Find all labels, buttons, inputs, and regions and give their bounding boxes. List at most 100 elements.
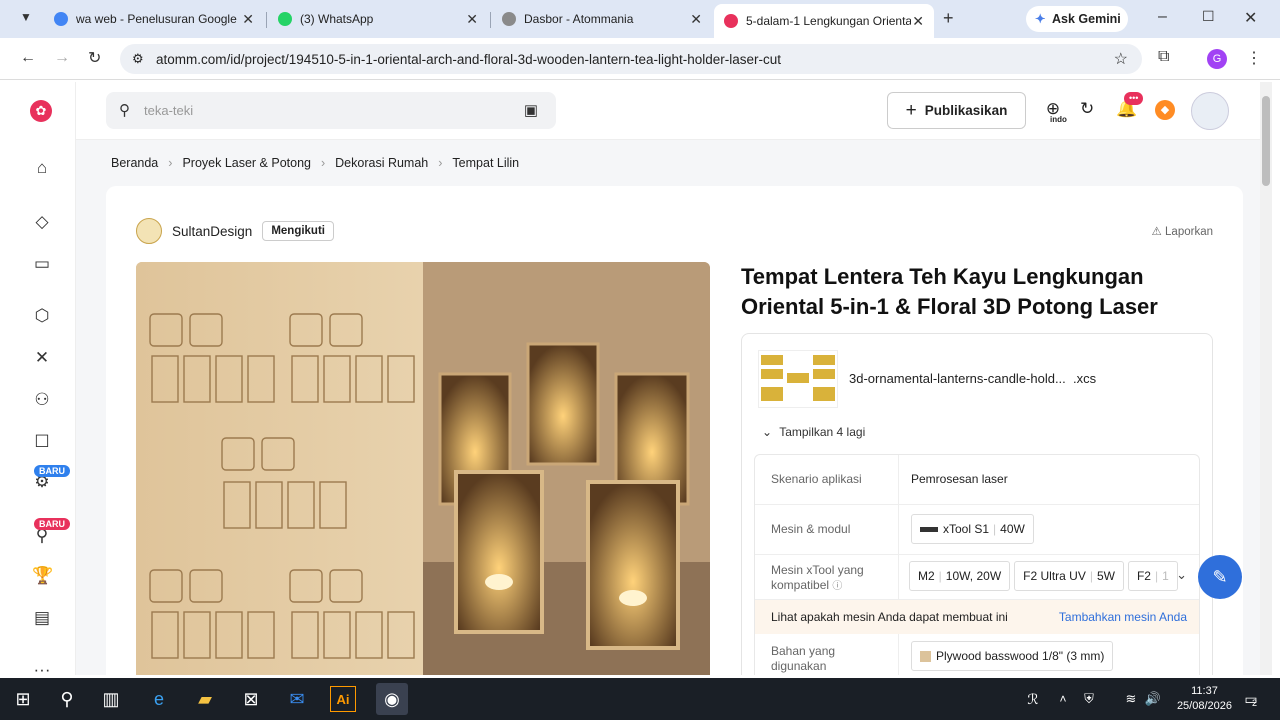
task-view-icon[interactable]: ▥ xyxy=(98,686,124,712)
tab-search-chevron-icon[interactable]: ▼ xyxy=(20,10,32,24)
breadcrumb-item[interactable]: Proyek Laser & Potong xyxy=(182,156,311,170)
explore-icon[interactable]: ◇ xyxy=(32,212,52,232)
system-clock[interactable]: 11:37 25/08/2026 xyxy=(1177,684,1232,714)
info-icon[interactable]: ⓘ xyxy=(832,581,842,592)
project-image[interactable] xyxy=(136,262,710,675)
browser-tab-active[interactable]: 5-dalam-1 Lengkungan Orienta ✕ xyxy=(714,4,934,38)
trophy-icon[interactable]: 🏆 xyxy=(32,566,53,586)
close-window-icon[interactable]: ✕ xyxy=(1244,8,1257,28)
file-thumbnail[interactable] xyxy=(758,350,838,408)
feedback-button[interactable]: ✎ xyxy=(1198,555,1242,599)
browser-tab-whatsapp[interactable]: (3) WhatsApp ✕ xyxy=(268,4,488,34)
shop-icon[interactable]: ▭ xyxy=(32,254,52,274)
page-scrollbar[interactable] xyxy=(1260,82,1272,675)
tray-chevron-icon[interactable]: ˄ xyxy=(1050,686,1076,712)
plus-icon: + xyxy=(905,99,917,121)
chrome-menu-icon[interactable]: ⋮ xyxy=(1246,48,1262,68)
author-name[interactable]: SultanDesign xyxy=(172,224,252,239)
mail-icon[interactable]: ✉ xyxy=(284,686,310,712)
search-icon[interactable]: ⚲ xyxy=(54,686,80,712)
security-icon[interactable]: ⛨ xyxy=(1076,686,1102,712)
bookmark-star-icon[interactable]: ☆ xyxy=(1114,49,1128,69)
file-thumbnail-artwork xyxy=(761,355,835,401)
google-icon xyxy=(54,12,68,26)
file-panel: 3d-ornamental-lanterns-candle-hold... .x… xyxy=(741,333,1213,675)
maximize-icon[interactable]: ☐ xyxy=(1202,8,1215,25)
file-name[interactable]: 3d-ornamental-lanterns-candle-hold... .x… xyxy=(849,371,1096,386)
new-badge: BARU xyxy=(34,518,70,530)
materials-icon[interactable]: ⬡ xyxy=(32,306,52,326)
breadcrumb-item[interactable]: Dekorasi Rumah xyxy=(335,156,428,170)
document-icon[interactable]: ▤ xyxy=(32,608,52,628)
breadcrumb-item[interactable]: Tempat Lilin xyxy=(452,156,519,170)
home-icon[interactable]: ⌂ xyxy=(32,158,52,178)
profile-avatar[interactable]: G xyxy=(1207,49,1227,69)
close-tab-icon[interactable]: ✕ xyxy=(690,11,702,28)
chevron-down-icon: ⌄ xyxy=(762,425,773,439)
browser-tab-atommania[interactable]: Dasbor - Atommania ✕ xyxy=(492,4,712,34)
language-label: indo xyxy=(1050,115,1067,124)
forward-icon[interactable]: → xyxy=(54,49,70,67)
reload-icon[interactable]: ↻ xyxy=(88,48,101,68)
compat-chip[interactable]: F2 | 1 xyxy=(1127,561,1178,591)
scrollbar-thumb[interactable] xyxy=(1262,96,1270,186)
add-machine-link[interactable]: Tambahkan mesin Anda xyxy=(1059,600,1187,634)
chrome-icon[interactable]: ◉ xyxy=(376,683,408,715)
expand-chevron-icon[interactable]: ⌄ xyxy=(1176,567,1187,583)
site-header: ⚲ teka-teki ▣ + Publikasikan ⊕ indo ↻ 🔔 … xyxy=(76,82,1260,140)
spec-value: Pemrosesan laser xyxy=(911,472,1008,486)
publish-button[interactable]: + Publikasikan xyxy=(887,92,1026,129)
store-icon[interactable]: ⊠ xyxy=(238,686,264,712)
tools-icon[interactable]: ✕ xyxy=(32,348,52,368)
address-bar[interactable]: ⚙ atomm.com/id/project/194510-5-in-1-ori… xyxy=(120,44,1142,74)
author-row: SultanDesign Mengikuti xyxy=(136,218,334,244)
image-search-icon[interactable]: ▣ xyxy=(524,92,538,129)
extensions-icon[interactable]: ⧉ xyxy=(1158,48,1169,66)
close-tab-icon[interactable]: ✕ xyxy=(466,11,478,28)
spec-label: Skenario aplikasi xyxy=(771,472,862,486)
follow-button[interactable]: Mengikuti xyxy=(262,221,334,241)
illustrator-icon[interactable]: Ai xyxy=(330,686,356,712)
volume-icon[interactable]: 🔊 xyxy=(1140,686,1166,712)
chevron-right-icon: › xyxy=(320,156,326,170)
messages-icon[interactable]: ↻ xyxy=(1080,99,1094,119)
browser-toolbar: ← → ↻ ⚙ atomm.com/id/project/194510-5-in… xyxy=(0,38,1280,80)
breadcrumb: Beranda › Proyek Laser & Potong › Dekora… xyxy=(111,156,519,170)
courses-icon[interactable]: ☐ xyxy=(32,432,52,452)
ask-gemini-button[interactable]: ✦ Ask Gemini xyxy=(1026,6,1128,32)
close-tab-icon[interactable]: ✕ xyxy=(912,13,924,30)
back-icon[interactable]: ← xyxy=(20,49,36,67)
file-explorer-icon[interactable]: ▰ xyxy=(192,686,218,712)
report-link[interactable]: ⚠ Laporkan xyxy=(1152,224,1213,238)
minimize-icon[interactable]: – xyxy=(1158,8,1167,26)
chevron-right-icon: › xyxy=(438,156,443,170)
notification-badge: ••• xyxy=(1124,92,1144,105)
spec-row-material: Bahan yang digunakan Plywood basswood 1/… xyxy=(755,634,1199,675)
points-icon[interactable]: ◆ xyxy=(1155,100,1175,120)
compat-chip[interactable]: F2 Ultra UV | 5W xyxy=(1014,561,1124,591)
notification-center-icon[interactable]: ▭ xyxy=(1238,686,1264,712)
warning-icon: ⚠ xyxy=(1151,226,1162,238)
edit-icon: ✎ xyxy=(1212,567,1228,587)
edge-icon[interactable]: e xyxy=(146,686,172,712)
left-navigation: ✿ ⌂ ◇ ▭ ⬡ ✕ ⚇ ☐ ⚙ BARU ⚲ BARU 🏆 ▤ ··· xyxy=(8,82,76,675)
author-avatar[interactable] xyxy=(136,218,162,244)
breadcrumb-item[interactable]: Beranda xyxy=(111,156,158,170)
machine-chip[interactable]: xTool S1 | 40W xyxy=(911,514,1034,544)
user-avatar[interactable] xyxy=(1191,92,1229,130)
community-icon[interactable]: ⚇ xyxy=(32,390,52,410)
search-icon: ⚲ xyxy=(119,102,130,119)
new-tab-icon[interactable]: + xyxy=(943,8,954,29)
language-icon[interactable]: ⊕ indo xyxy=(1042,99,1067,124)
compat-chip[interactable]: M2 | 10W, 20W xyxy=(909,561,1011,591)
people-icon[interactable]: ℛ xyxy=(1020,686,1046,712)
windows-start-icon[interactable]: ⊞ xyxy=(10,686,36,712)
site-info-icon[interactable]: ⚙ xyxy=(132,51,144,67)
search-input[interactable]: ⚲ teka-teki ▣ xyxy=(106,92,556,129)
atomm-logo-icon[interactable]: ✿ xyxy=(30,100,52,122)
more-icon[interactable]: ··· xyxy=(32,660,52,675)
material-chip[interactable]: Plywood basswood 1/8" (3 mm) xyxy=(911,641,1114,671)
close-tab-icon[interactable]: ✕ xyxy=(242,11,254,28)
show-more-toggle[interactable]: ⌄ Tampilkan 4 lagi xyxy=(762,425,865,439)
browser-tab-google[interactable]: wa web - Penelusuran Google ✕ xyxy=(44,4,264,34)
